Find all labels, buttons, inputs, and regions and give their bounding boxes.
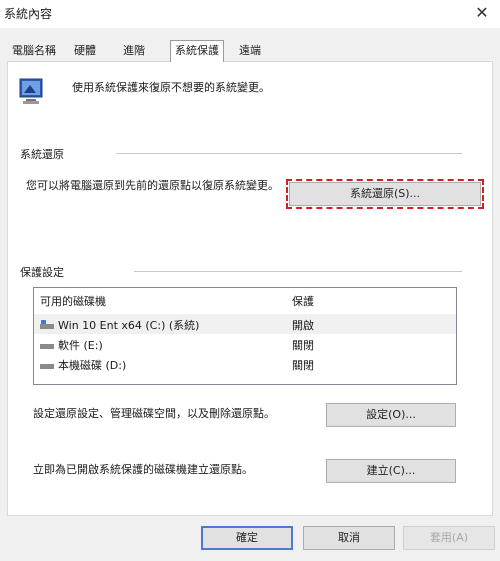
drive-icon (40, 364, 54, 369)
title-bar: 系統內容 ✕ (0, 0, 500, 28)
create-button[interactable]: 建立(C)... (326, 459, 456, 483)
window-title: 系統內容 (4, 7, 53, 21)
tab-computer-name[interactable]: 電腦名稱 (8, 42, 60, 60)
header-description: 使用系統保護來復原不想要的系統變更。 (72, 81, 270, 94)
drives-list-header: 可用的磁碟機 保護 (34, 288, 456, 310)
tab-advanced[interactable]: 進階 (119, 42, 149, 60)
tab-hardware[interactable]: 硬體 (70, 42, 100, 60)
drive-status: 關閉 (292, 339, 314, 352)
column-header-status[interactable]: 保護 (292, 293, 314, 309)
column-header-drive[interactable]: 可用的磁碟機 (40, 293, 106, 309)
system-drive-icon (40, 320, 54, 329)
system-restore-button[interactable]: 系統還原(S)... (286, 179, 484, 209)
tab-system-protection[interactable]: 系統保護 (170, 40, 224, 62)
drive-status: 關閉 (292, 359, 314, 372)
apply-button[interactable]: 套用(A) (403, 526, 495, 550)
tab-remote[interactable]: 遠端 (235, 42, 265, 60)
configure-description: 設定還原設定、管理磁碟空間，以及刪除還原點。 (33, 407, 275, 420)
drive-row[interactable]: 軟件 (E:) 關閉 (34, 334, 456, 354)
close-icon[interactable]: ✕ (470, 2, 494, 24)
drive-row[interactable]: Win 10 Ent x64 (C:) (系統) 開啟 (34, 314, 456, 334)
drives-list[interactable]: 可用的磁碟機 保護 Win 10 Ent x64 (C:) (系統) 開啟 軟件… (33, 287, 457, 385)
drive-row[interactable]: 本機磁碟 (D:) 關閉 (34, 354, 456, 374)
group-divider (134, 271, 462, 272)
group-divider (116, 153, 462, 154)
system-restore-group-label: 系統還原 (20, 146, 68, 162)
drive-status: 開啟 (292, 319, 314, 332)
system-protection-icon (19, 78, 43, 104)
configure-button[interactable]: 設定(O)... (326, 403, 456, 427)
drive-name: 本機磁碟 (D:) (58, 359, 127, 372)
ok-button[interactable]: 確定 (201, 526, 293, 550)
drive-icon (40, 344, 54, 349)
cancel-button[interactable]: 取消 (303, 526, 395, 550)
drive-name: 軟件 (E:) (58, 339, 103, 352)
protection-settings-group-label: 保護設定 (20, 264, 68, 280)
create-description: 立即為已開啟系統保護的磁碟機建立還原點。 (33, 463, 253, 476)
system-restore-description: 您可以將電腦還原到先前的還原點以復原系統變更。 (26, 179, 279, 192)
drive-name: Win 10 Ent x64 (C:) (系統) (58, 319, 200, 332)
